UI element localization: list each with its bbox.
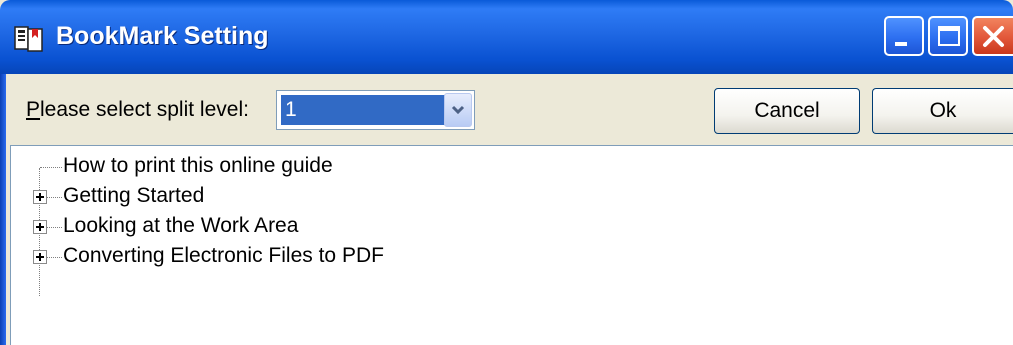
bookmark-setting-window: BookMark Setting Please select split lev… [0,0,1013,345]
bookmark-app-icon [14,26,43,52]
split-level-label-text: lease select split level: [40,98,249,121]
split-level-select[interactable]: 1 [276,90,475,130]
expand-plus-icon[interactable] [33,220,47,234]
close-button[interactable] [972,16,1013,56]
split-level-label-accelerator: P [26,98,41,121]
minimize-button[interactable] [884,16,924,56]
tree-item-label: How to print this online guide [63,154,333,177]
window-frame-left [0,74,6,345]
expand-plus-icon[interactable] [33,250,47,264]
ok-button[interactable]: Ok [872,88,1013,134]
expand-plus-icon[interactable] [33,190,47,204]
minimize-icon [895,42,907,46]
close-icon [983,26,1004,47]
title-bar[interactable]: BookMark Setting [0,0,1013,74]
tree-connector [40,167,62,168]
split-level-label: Please select split level: [26,98,249,122]
tree-item-label: Looking at the Work Area [63,214,299,237]
tree-item-label: Getting Started [63,184,205,207]
bookmark-tree[interactable]: How to print this online guide Getting S… [10,145,1013,345]
window-title: BookMark Setting [56,22,269,50]
tree-item-label: Converting Electronic Files to PDF [63,244,384,267]
maximize-icon [938,26,960,46]
dropdown-button[interactable] [444,93,472,127]
maximize-button[interactable] [928,16,968,56]
chevron-down-icon [451,105,465,115]
cancel-button[interactable]: Cancel [714,88,860,134]
split-level-value: 1 [281,95,445,125]
